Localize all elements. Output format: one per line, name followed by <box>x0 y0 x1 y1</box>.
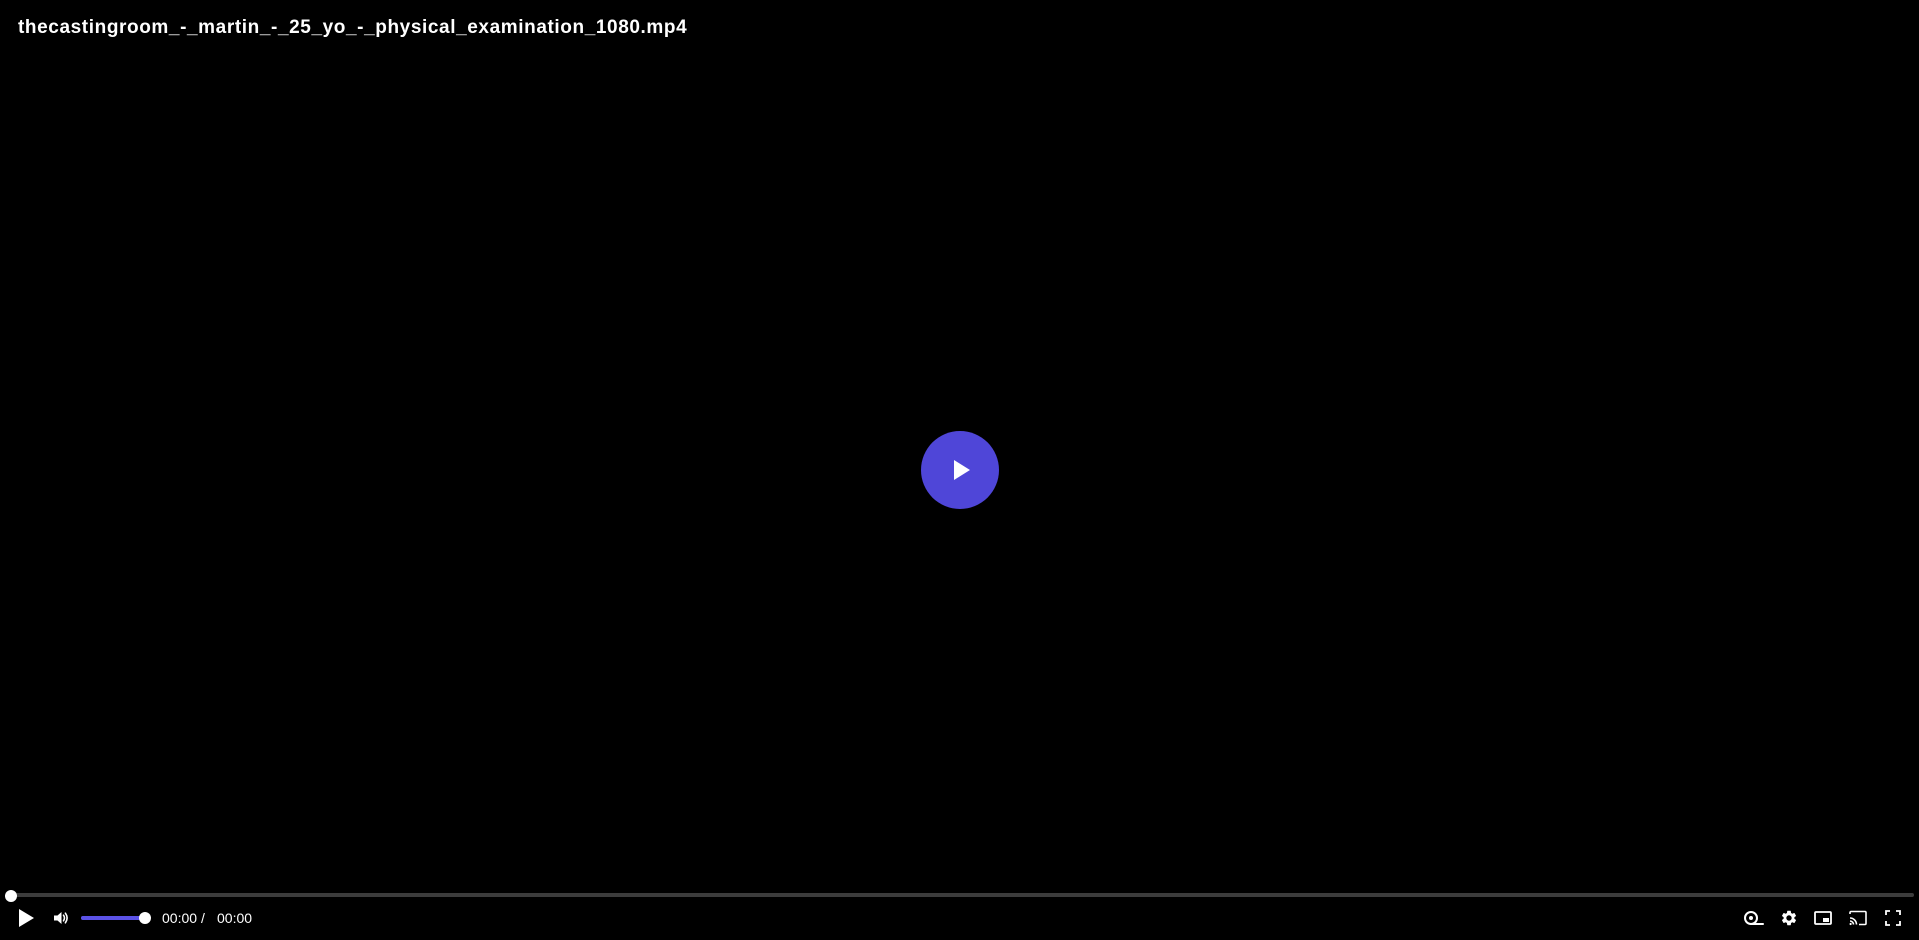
playback-speed-icon <box>1744 911 1764 925</box>
progress-track <box>11 893 1914 897</box>
progress-thumb[interactable] <box>5 890 17 902</box>
big-play-button[interactable] <box>921 431 999 509</box>
picture-in-picture-button[interactable] <box>1812 904 1834 932</box>
play-icon <box>954 460 970 480</box>
cast-button[interactable] <box>1847 904 1869 932</box>
play-button[interactable] <box>14 904 38 932</box>
volume-button[interactable] <box>50 904 72 932</box>
picture-in-picture-icon <box>1814 911 1832 925</box>
fullscreen-icon <box>1885 910 1901 926</box>
volume-thumb[interactable] <box>139 912 151 924</box>
volume-icon <box>54 912 68 924</box>
play-icon <box>19 909 34 927</box>
volume-fill <box>81 916 145 920</box>
gear-icon <box>1781 910 1797 926</box>
video-stage[interactable]: thecastingroom_-_martin_-_25_yo_-_physic… <box>0 0 1919 940</box>
time-separator: / <box>201 910 205 926</box>
volume-slider[interactable] <box>81 912 151 924</box>
playback-speed-button[interactable] <box>1742 904 1766 932</box>
fullscreen-button[interactable] <box>1882 904 1904 932</box>
cast-icon <box>1849 910 1867 926</box>
current-time: 00:00 <box>162 910 198 926</box>
video-title: thecastingroom_-_martin_-_25_yo_-_physic… <box>18 17 688 38</box>
progress-bar[interactable] <box>5 890 1914 902</box>
settings-button[interactable] <box>1778 904 1800 932</box>
duration: 00:00 <box>217 910 253 926</box>
control-bar: 00:00 / 00:00 <box>0 904 1919 932</box>
